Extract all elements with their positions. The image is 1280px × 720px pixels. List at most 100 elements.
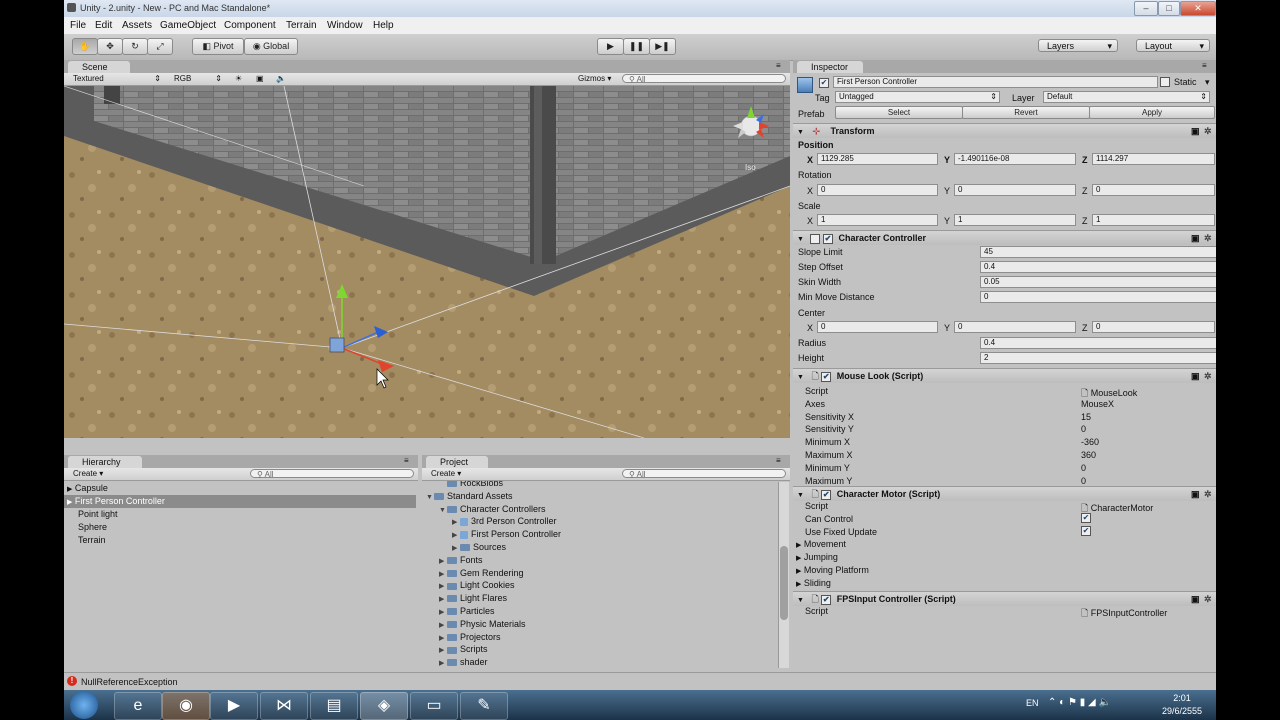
mouse-look-header[interactable]: ▼ 🗋 ✔ Mouse Look (Script) ▣ ✲ bbox=[793, 368, 1216, 383]
object-name-field[interactable]: First Person Controller bbox=[833, 76, 1158, 88]
help-icon[interactable]: ▣ bbox=[1191, 592, 1200, 606]
project-item[interactable]: ▶ Physic Materials bbox=[439, 618, 526, 631]
mouse-look-prop-value[interactable]: 0 bbox=[1081, 463, 1086, 473]
project-item[interactable]: ▼ Character Controllers bbox=[439, 503, 546, 516]
tag-dropdown[interactable]: Untagged ⇕ bbox=[835, 91, 1000, 103]
menu-terrain[interactable]: Terrain bbox=[286, 20, 317, 31]
center-x-field[interactable]: 0 bbox=[817, 321, 938, 333]
pause-button[interactable]: ❚❚ bbox=[623, 38, 650, 55]
mouse-look-prop-value[interactable]: MouseX bbox=[1081, 399, 1114, 409]
hierarchy-search-input[interactable]: ⚲ All bbox=[250, 469, 414, 479]
scene-search-input[interactable]: ⚲ All bbox=[622, 74, 786, 84]
explorer-taskbar-icon[interactable]: ▤ bbox=[310, 692, 358, 720]
height-field[interactable]: 2 bbox=[980, 352, 1216, 364]
hierarchy-item[interactable]: Sphere bbox=[64, 521, 416, 534]
active-checkbox[interactable]: ✔ bbox=[819, 78, 829, 88]
center-y-field[interactable]: 0 bbox=[954, 321, 1076, 333]
gear-icon[interactable]: ✲ bbox=[1204, 487, 1212, 501]
panel-menu-icon[interactable]: ≡ bbox=[776, 61, 781, 70]
motor-script-field[interactable]: 🗋 CharacterMotor bbox=[1081, 501, 1153, 517]
project-search-input[interactable]: ⚲ All bbox=[622, 469, 786, 479]
chevron-down-icon[interactable]: ▾ bbox=[1205, 77, 1210, 88]
gizmos-dropdown[interactable]: Gizmos ▾ bbox=[578, 74, 618, 84]
help-icon[interactable]: ▣ bbox=[1191, 231, 1200, 245]
status-message[interactable]: NullReferenceException bbox=[81, 677, 178, 687]
slope-limit-field[interactable]: 45 bbox=[980, 246, 1216, 258]
project-item[interactable]: RockBlobs bbox=[439, 481, 503, 490]
radius-field[interactable]: 0.4 bbox=[980, 337, 1216, 349]
mouse-look-prop-value[interactable]: 0 bbox=[1081, 476, 1086, 486]
scale-y-field[interactable]: 1 bbox=[954, 214, 1076, 226]
render-mode-dropdown[interactable]: Textured ⇕ bbox=[73, 74, 163, 84]
clock-time[interactable]: 2:01 bbox=[1162, 693, 1202, 703]
transform-header[interactable]: ▼ ⊹ Transform ▣ ✲ bbox=[793, 123, 1216, 138]
prefab-select-button[interactable]: Select bbox=[835, 106, 963, 119]
step-button[interactable]: ▶❚ bbox=[649, 38, 676, 55]
project-create-dropdown[interactable]: Create ▾ bbox=[431, 469, 471, 479]
panel-menu-icon[interactable]: ≡ bbox=[776, 456, 781, 465]
project-item[interactable]: ▶ Light Cookies bbox=[439, 579, 515, 592]
hierarchy-item[interactable]: Terrain bbox=[64, 534, 416, 547]
static-checkbox[interactable] bbox=[1160, 77, 1170, 87]
firefox-taskbar-icon[interactable]: ◉ bbox=[162, 692, 210, 720]
min-move-field[interactable]: 0 bbox=[980, 291, 1216, 303]
chevron-down-icon[interactable]: ▼ bbox=[439, 504, 447, 517]
fps-input-header[interactable]: ▼ 🗋 ✔ FPSInput Controller (Script) ▣ ✲ bbox=[793, 591, 1216, 606]
hierarchy-item-selected[interactable]: ▶ First Person Controller bbox=[64, 495, 416, 508]
fps-script-field[interactable]: 🗋 FPSInputController bbox=[1081, 606, 1167, 622]
scale-x-field[interactable]: 1 bbox=[817, 214, 938, 226]
project-item[interactable]: ▶ Fonts bbox=[439, 554, 483, 567]
project-scrollbar-thumb[interactable] bbox=[780, 546, 788, 620]
tab-scene[interactable]: Scene bbox=[68, 61, 130, 73]
gear-icon[interactable]: ✲ bbox=[1204, 231, 1212, 245]
hierarchy-item[interactable]: ▶ Capsule bbox=[64, 482, 416, 495]
visual-studio-taskbar-icon[interactable]: ⋈ bbox=[260, 692, 308, 720]
project-item[interactable]: ▶ Scripts bbox=[439, 643, 488, 656]
pivot-toggle[interactable]: ◧ Pivot bbox=[192, 38, 244, 55]
tray-icons[interactable]: ⌃ ◐ ⚑ ▮ ◢ 🔈 bbox=[1048, 697, 1111, 708]
hierarchy-item[interactable]: Point light bbox=[64, 508, 416, 521]
window-taskbar-icon[interactable]: ▭ bbox=[410, 692, 458, 720]
project-item[interactable]: ▼ Standard Assets bbox=[426, 490, 513, 503]
project-item[interactable]: ▶ Light Flares bbox=[439, 592, 507, 605]
position-z-field[interactable]: 1114.297 bbox=[1092, 153, 1215, 165]
menu-window[interactable]: Window bbox=[327, 20, 363, 31]
panel-menu-icon[interactable]: ≡ bbox=[1202, 61, 1207, 70]
rotation-y-field[interactable]: 0 bbox=[954, 184, 1076, 196]
status-bar[interactable]: ! NullReferenceException bbox=[64, 672, 1216, 690]
project-item[interactable]: ▶ Particles bbox=[439, 605, 495, 618]
start-button[interactable] bbox=[70, 691, 98, 719]
scale-z-field[interactable]: 1 bbox=[1092, 214, 1215, 226]
project-item[interactable]: ▶ Projectors bbox=[439, 631, 501, 644]
clock-date[interactable]: 29/6/2555 bbox=[1147, 706, 1217, 716]
audio-icon[interactable]: 🔈 bbox=[276, 74, 286, 84]
play-button[interactable]: ▶ bbox=[597, 38, 624, 55]
menu-gameobject[interactable]: GameObject bbox=[160, 20, 216, 31]
menu-edit[interactable]: Edit bbox=[95, 20, 112, 31]
center-z-field[interactable]: 0 bbox=[1092, 321, 1215, 333]
close-button[interactable]: ✕ bbox=[1180, 1, 1216, 16]
character-motor-header[interactable]: ▼ 🗋 ✔ Character Motor (Script) ▣ ✲ bbox=[793, 486, 1216, 501]
layer-dropdown[interactable]: Default ⇕ bbox=[1043, 91, 1210, 103]
minimize-button[interactable]: – bbox=[1134, 1, 1158, 16]
lighting-icon[interactable]: ☀ bbox=[235, 74, 242, 84]
scale-tool-button[interactable]: ⤢ bbox=[147, 38, 173, 55]
fixed-update-checkbox[interactable]: ✔ bbox=[1081, 526, 1091, 536]
position-y-field[interactable]: -1.490116e-08 bbox=[954, 153, 1076, 165]
mouse-look-prop-value[interactable]: 360 bbox=[1081, 450, 1096, 460]
global-toggle[interactable]: ◉ Global bbox=[244, 38, 298, 55]
color-mode-dropdown[interactable]: RGB ⇕ bbox=[174, 74, 224, 84]
mouse-look-prop-value[interactable]: -360 bbox=[1081, 437, 1099, 447]
enabled-checkbox[interactable]: ✔ bbox=[821, 594, 832, 605]
skin-width-field[interactable]: 0.05 bbox=[980, 276, 1216, 288]
maximize-button[interactable]: □ bbox=[1158, 1, 1180, 16]
gear-icon[interactable]: ✲ bbox=[1204, 124, 1212, 138]
chevron-right-icon[interactable]: ▶ bbox=[439, 657, 447, 670]
project-item[interactable]: ▶ Sources bbox=[452, 541, 506, 554]
menu-component[interactable]: Component bbox=[224, 20, 276, 31]
project-item[interactable]: ▶ Gem Rendering bbox=[439, 567, 524, 580]
project-item[interactable]: ▶ First Person Controller bbox=[452, 528, 561, 541]
tab-inspector[interactable]: Inspector bbox=[797, 61, 863, 73]
enabled-checkbox[interactable]: ✔ bbox=[821, 371, 832, 382]
hierarchy-create-dropdown[interactable]: Create ▾ bbox=[73, 469, 113, 479]
